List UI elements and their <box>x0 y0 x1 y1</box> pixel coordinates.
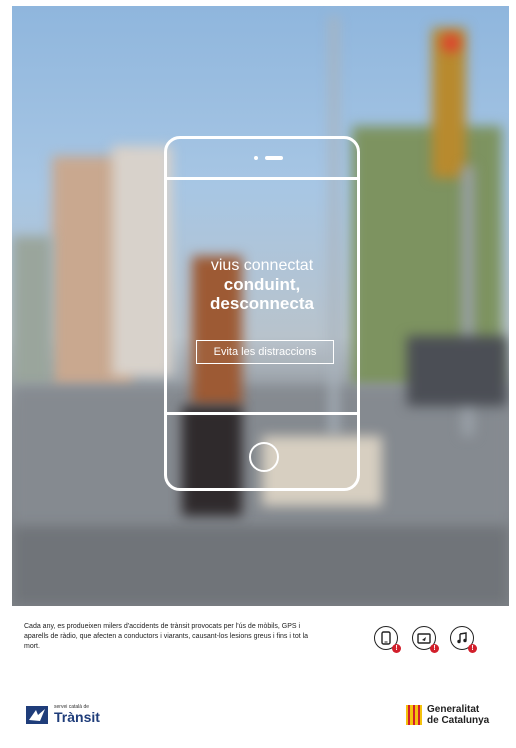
tree-left <box>12 236 52 386</box>
tagline-line-1: vius connectat <box>210 257 314 274</box>
transit-emblem-icon <box>26 705 48 724</box>
alert-badge: ! <box>430 644 439 653</box>
building-mid <box>112 146 172 376</box>
senyera-icon <box>406 705 422 725</box>
tagline-line-3: desconnecta <box>210 294 314 313</box>
transit-logo: servei català de Trànsit <box>26 704 100 725</box>
home-button-icon <box>249 442 279 472</box>
background-photo: vius connectat conduint, desconnecta Evi… <box>12 6 509 606</box>
info-text: Cada any, es produeixen milers d'acciden… <box>24 623 309 650</box>
traffic-light-red <box>442 34 460 52</box>
generalitat-logo: Generalitat de Catalunya <box>406 704 489 726</box>
phone-outline: vius connectat conduint, desconnecta Evi… <box>164 136 360 491</box>
phone-top-divider <box>167 177 357 180</box>
tagline: vius connectat conduint, desconnecta <box>167 257 357 313</box>
street-front <box>12 526 509 606</box>
generalitat-line-1: Generalitat <box>427 704 480 715</box>
parked-car <box>407 336 507 406</box>
generalitat-line-2: de Catalunya <box>427 715 490 726</box>
transit-name: Trànsit <box>54 709 100 725</box>
phone-bottom-divider <box>167 412 357 415</box>
distraction-icons: ! ! ! <box>374 626 477 653</box>
alert-badge: ! <box>468 644 477 653</box>
alert-badge: ! <box>392 644 401 653</box>
gps-device-icon: ! <box>412 626 439 653</box>
tagline-line-2: conduint, <box>223 275 301 294</box>
speaker-slot <box>265 156 283 160</box>
avoid-distractions-button[interactable]: Evita les distraccions <box>196 340 334 364</box>
camera-dot <box>254 156 258 160</box>
music-note-icon: ! <box>450 626 477 653</box>
mobile-phone-icon: ! <box>374 626 401 653</box>
